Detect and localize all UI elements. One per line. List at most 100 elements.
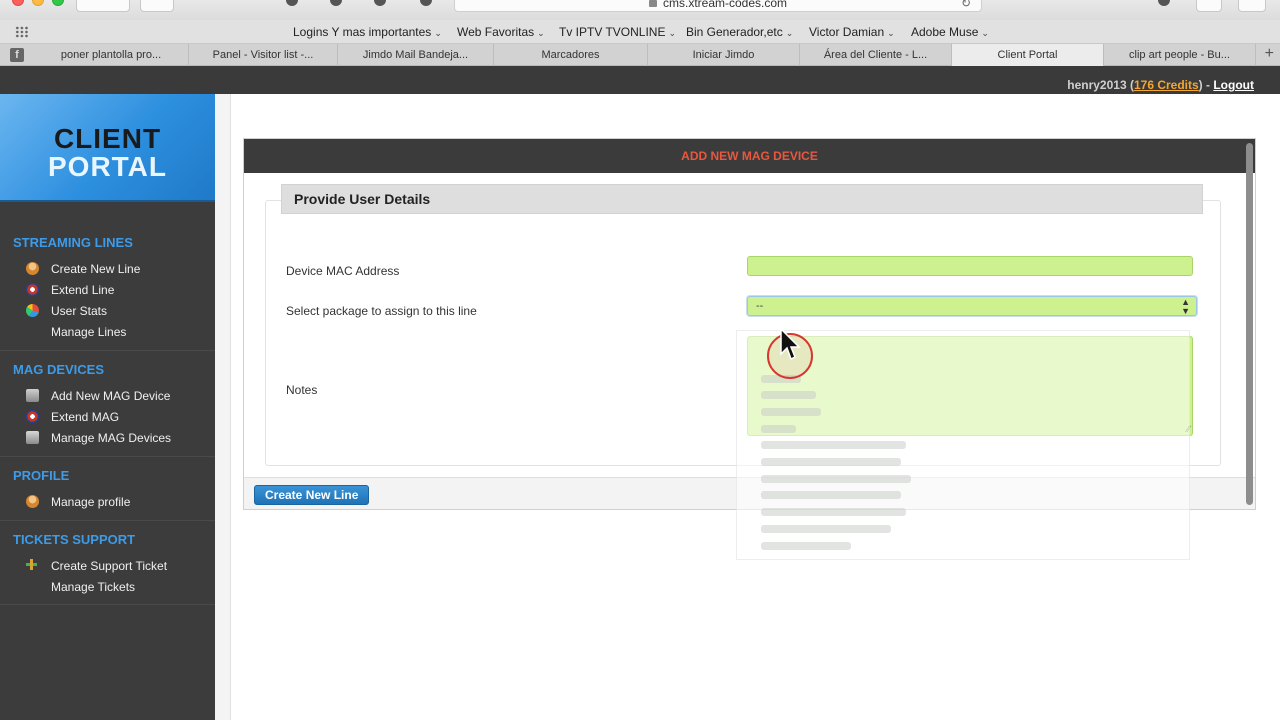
sidebar-item-extend-line[interactable]: Extend Line: [51, 283, 114, 297]
username: henry2013: [1067, 78, 1127, 92]
logo-line2: PORTAL: [47, 151, 168, 182]
adblock-icon[interactable]: [374, 0, 386, 6]
sidebar-item-create-new-line[interactable]: Create New Line: [51, 262, 140, 276]
chevron-down-icon: ⌄: [981, 28, 989, 38]
bookmark-folder[interactable]: Logins Y mas importantes ⌄: [293, 25, 442, 39]
option-placeholder: [761, 408, 821, 416]
download-icon[interactable]: [1158, 0, 1170, 6]
reload-icon[interactable]: ↻: [961, 0, 971, 11]
option-placeholder: [761, 491, 901, 499]
option-placeholder: [761, 508, 906, 516]
mouse-cursor-icon: [780, 328, 801, 361]
bookmark-label: Victor Damian: [809, 25, 885, 39]
sidebar-item-manage-profile[interactable]: Manage profile: [51, 495, 130, 509]
sidebar-item-create-support-ticket[interactable]: Create Support Ticket: [51, 559, 167, 573]
zoom-window-button[interactable]: [52, 0, 64, 6]
monitor-icon: [26, 431, 39, 444]
credits-link[interactable]: 176 Credits: [1134, 78, 1199, 92]
sidebar-item-manage-lines[interactable]: Manage Lines: [51, 325, 126, 339]
client-portal-logo[interactable]: CLIENT PORTAL: [0, 94, 215, 202]
sidebar-item-extend-mag[interactable]: Extend MAG: [51, 410, 119, 424]
lock-icon: [648, 0, 657, 7]
back-forward-buttons[interactable]: [76, 0, 130, 12]
sidebar-toggle-button[interactable]: [140, 0, 174, 12]
browser-tab[interactable]: Jimdo Mail Bandeja...: [338, 44, 494, 66]
bookmark-label: Bin Generador,etc: [686, 25, 783, 39]
sidebar-item-add-new-mag-device[interactable]: Add New MAG Device: [51, 389, 170, 403]
clock-icon: [26, 410, 39, 423]
chevron-down-icon: ⌄: [668, 28, 677, 38]
chevron-down-icon: ⌄: [537, 28, 545, 38]
url-text: cms.xtream-codes.com: [662, 0, 788, 10]
user-info: henry2013 (176 Credits) - Logout: [1067, 78, 1254, 92]
sidebar-divider: [0, 350, 215, 351]
notes-label: Notes: [286, 383, 318, 397]
browser-tab[interactable]: Panel - Visitor list -...: [189, 44, 338, 66]
option-placeholder: [761, 542, 851, 550]
tab-bar: f poner plantolla pro... Panel - Visitor…: [0, 44, 1280, 66]
bookmark-folder[interactable]: Web Favoritas ⌄: [457, 25, 545, 39]
bookmark-folder[interactable]: Adobe Muse ⌄: [911, 25, 989, 39]
user-icon: [26, 495, 39, 508]
clock-icon: [26, 283, 39, 296]
bookmark-folder[interactable]: Bin Generador,etc ⌄: [686, 25, 793, 39]
option-placeholder: [761, 391, 816, 399]
portal-topbar: henry2013 (176 Credits) - Logout: [0, 66, 1280, 94]
select-arrows-icon: ▲ ▼: [1181, 297, 1190, 316]
extension-icon[interactable]: [330, 0, 342, 6]
browser-tab[interactable]: Área del Cliente - L...: [800, 44, 952, 66]
option-placeholder: [761, 458, 901, 466]
plus-icon: [26, 559, 37, 570]
bookmark-folder[interactable]: Victor Damian ⌄: [809, 25, 895, 39]
bookmark-label: Tv IPTV TVONLINE: [559, 25, 666, 39]
sidebar-item-user-stats[interactable]: User Stats: [51, 304, 107, 318]
shield-icon[interactable]: [420, 0, 432, 6]
location-icon[interactable]: [286, 0, 298, 6]
share-button[interactable]: [1196, 0, 1222, 12]
address-bar[interactable]: cms.xtream-codes.com ↻: [454, 0, 982, 12]
sidebar-edge: [215, 94, 231, 720]
bookmark-label: Logins Y mas importantes: [293, 25, 432, 39]
sidebar-divider: [0, 520, 215, 521]
option-placeholder: [761, 525, 891, 533]
sidebar-item-manage-mag-devices[interactable]: Manage MAG Devices: [51, 431, 171, 445]
section-profile: PROFILE: [13, 468, 70, 483]
sidebar-item-manage-tickets[interactable]: Manage Tickets: [51, 580, 135, 594]
section-mag-devices: MAG DEVICES: [13, 362, 105, 377]
section-title: Provide User Details: [281, 184, 1203, 214]
package-select[interactable]: -- ▲ ▼: [747, 296, 1197, 316]
browser-toolbar: cms.xtream-codes.com ↻: [0, 0, 1280, 20]
browser-tab[interactable]: Iniciar Jimdo: [648, 44, 800, 66]
bookmark-folder[interactable]: Tv IPTV TVONLINE ⌄: [559, 25, 676, 39]
logout-link[interactable]: Logout: [1213, 78, 1254, 92]
new-tab-button[interactable]: +: [1265, 45, 1274, 63]
panel-scrollbar[interactable]: [1246, 143, 1253, 505]
package-selected-value: --: [756, 300, 764, 312]
mac-address-label: Device MAC Address: [286, 264, 400, 278]
panel-title: ADD NEW MAG DEVICE: [244, 139, 1255, 173]
browser-tab[interactable]: clip art people - Bu...: [1104, 44, 1256, 66]
tabs-overview-button[interactable]: [1238, 0, 1266, 12]
pie-chart-icon: [26, 304, 39, 317]
browser-tab[interactable]: poner plantolla pro...: [34, 44, 189, 66]
option-placeholder: [761, 441, 906, 449]
mac-address-input[interactable]: [747, 256, 1193, 276]
chevron-down-icon: ⌄: [434, 28, 442, 38]
grid-icon[interactable]: [15, 26, 29, 38]
create-new-line-button[interactable]: Create New Line: [254, 485, 370, 505]
option-placeholder: [761, 475, 911, 483]
browser-tab[interactable]: Marcadores: [494, 44, 648, 66]
sidebar-divider: [0, 456, 215, 457]
facebook-icon[interactable]: f: [10, 48, 24, 62]
minimize-window-button[interactable]: [32, 0, 44, 6]
package-label: Select package to assign to this line: [286, 304, 477, 318]
close-window-button[interactable]: [12, 0, 24, 6]
chevron-down-icon: ⌄: [785, 28, 794, 38]
device-add-icon: [26, 389, 39, 402]
section-streaming-lines: STREAMING LINES: [13, 235, 133, 250]
bookmark-label: Adobe Muse: [911, 25, 979, 39]
browser-tab-active[interactable]: Client Portal: [952, 44, 1104, 66]
sidebar: CLIENT PORTAL STREAMING LINES Create New…: [0, 94, 215, 720]
section-tickets-support: TICKETS SUPPORT: [13, 532, 136, 547]
chevron-down-icon: ⌄: [887, 28, 895, 38]
